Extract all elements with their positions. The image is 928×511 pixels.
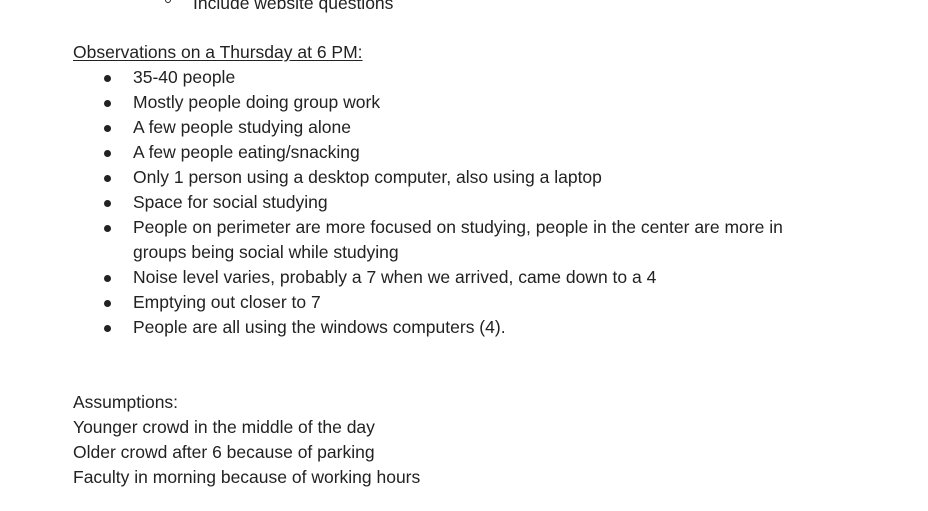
bullet-icon [104, 300, 111, 307]
bullet-icon [104, 150, 111, 157]
list-item: A few people eating/snacking [0, 140, 833, 165]
list-item: A few people studying alone [0, 115, 833, 140]
observations-heading: Observations on a Thursday at 6 PM: [73, 42, 363, 62]
list-item-text: A few people studying alone [133, 117, 351, 137]
list-item-text: Emptying out closer to 7 [133, 292, 321, 312]
assumptions-block: Assumptions: Younger crowd in the middle… [73, 390, 420, 490]
bullet-icon [104, 175, 111, 182]
list-item-text: Noise level varies, probably a 7 when we… [133, 267, 657, 287]
list-item: Space for social studying [0, 190, 833, 215]
list-item-text: Space for social studying [133, 192, 328, 212]
list-item: Only 1 person using a desktop computer, … [0, 165, 833, 190]
list-item: People on perimeter are more focused on … [0, 215, 833, 265]
bullet-icon [104, 225, 111, 232]
assumption-line: Younger crowd in the middle of the day [73, 417, 375, 437]
list-item-text: People are all using the windows compute… [133, 317, 506, 337]
bullet-icon [104, 325, 111, 332]
sub-list-item: Include website questions [193, 0, 394, 13]
document-page: Include website questions Observations o… [0, 0, 928, 511]
list-item-text: Only 1 person using a desktop computer, … [133, 167, 602, 187]
list-item: Mostly people doing group work [0, 90, 833, 115]
list-item-text: People on perimeter are more focused on … [133, 217, 783, 262]
list-item-text: Mostly people doing group work [133, 92, 381, 112]
bullet-icon [104, 100, 111, 107]
list-item: 35-40 people [0, 65, 833, 90]
assumptions-heading: Assumptions: [73, 392, 179, 412]
observations-list: 35-40 people Mostly people doing group w… [0, 65, 928, 340]
list-item-text: A few people eating/snacking [133, 142, 360, 162]
hollow-bullet-icon [165, 0, 171, 3]
bullet-icon [104, 75, 111, 82]
bullet-icon [104, 275, 111, 282]
bullet-icon [104, 200, 111, 207]
list-item: Emptying out closer to 7 [0, 290, 833, 315]
assumption-line: Older crowd after 6 because of parking [73, 442, 375, 462]
bullet-icon [104, 125, 111, 132]
list-item: Noise level varies, probably a 7 when we… [0, 265, 833, 290]
assumption-line: Faculty in morning because of working ho… [73, 467, 421, 487]
list-item-text: 35-40 people [133, 67, 236, 87]
list-item: People are all using the windows compute… [0, 315, 833, 340]
